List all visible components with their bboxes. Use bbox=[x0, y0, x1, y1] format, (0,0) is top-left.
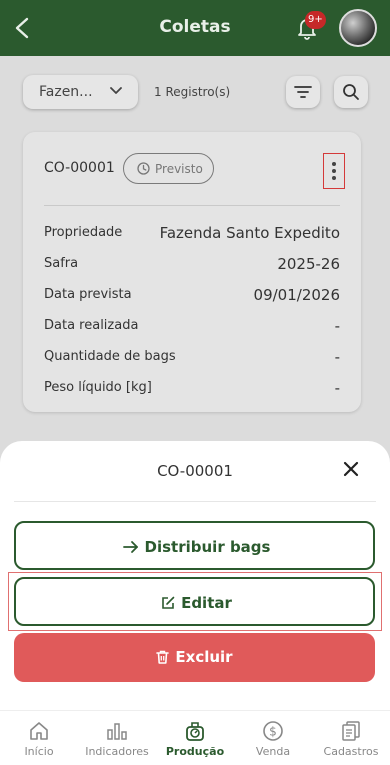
field-value: 2025-26 bbox=[277, 255, 340, 273]
records-count: 1 Registro(s) bbox=[154, 85, 231, 99]
field-label: Safra bbox=[44, 256, 79, 271]
field-value: 09/01/2026 bbox=[253, 286, 340, 304]
scale-icon bbox=[186, 722, 204, 741]
more-options-button[interactable] bbox=[323, 153, 345, 189]
card-divider bbox=[44, 205, 340, 206]
field-row: Propriedade Fazenda Santo Expedito bbox=[44, 224, 340, 244]
filter-button[interactable] bbox=[286, 76, 320, 108]
field-label: Quantidade de bags bbox=[44, 349, 176, 364]
app-header: Coletas 9+ bbox=[0, 0, 390, 56]
delete-button[interactable]: Excluir bbox=[14, 633, 375, 682]
edit-button[interactable]: Editar bbox=[14, 577, 375, 626]
page-title: Coletas bbox=[159, 17, 231, 37]
home-icon bbox=[30, 722, 48, 740]
svg-text:$: $ bbox=[269, 725, 277, 739]
collection-card[interactable]: CO-00001 Previsto Propriedade Fazenda Sa… bbox=[23, 132, 361, 412]
bottom-navigation: Início Indicadores Produção $ Venda Cada… bbox=[0, 710, 390, 765]
field-label: Peso líquido [kg] bbox=[44, 380, 152, 395]
status-badge: Previsto bbox=[123, 153, 214, 184]
property-filter-dropdown[interactable]: Fazen... bbox=[23, 75, 138, 109]
field-value: - bbox=[334, 379, 340, 397]
edit-icon bbox=[162, 596, 175, 609]
field-label: Propriedade bbox=[44, 225, 123, 240]
kebab-dot-icon bbox=[332, 176, 336, 180]
nav-label: Início bbox=[24, 745, 54, 758]
field-row: Peso líquido [kg] - bbox=[44, 379, 340, 399]
nav-item-venda[interactable]: $ Venda bbox=[234, 711, 312, 765]
close-icon[interactable] bbox=[343, 461, 359, 477]
nav-label: Indicadores bbox=[85, 745, 149, 758]
notification-badge: 9+ bbox=[305, 11, 326, 29]
field-label: Data prevista bbox=[44, 287, 132, 302]
trash-icon bbox=[156, 650, 170, 664]
bar-chart-icon bbox=[107, 723, 127, 740]
field-label: Data realizada bbox=[44, 318, 139, 333]
nav-item-inicio[interactable]: Início bbox=[0, 711, 78, 765]
field-value: - bbox=[334, 348, 340, 366]
distribute-bags-label: Distribuir bags bbox=[144, 538, 271, 556]
nav-item-cadastros[interactable]: Cadastros bbox=[312, 711, 390, 765]
nav-item-producao[interactable]: Produção bbox=[156, 711, 234, 765]
nav-label: Venda bbox=[255, 745, 291, 758]
filter-value: Fazen... bbox=[39, 84, 93, 100]
kebab-dot-icon bbox=[332, 169, 336, 173]
search-button[interactable] bbox=[334, 76, 368, 108]
filter-icon bbox=[294, 86, 312, 98]
distribute-bags-button[interactable]: Distribuir bags bbox=[14, 521, 375, 570]
sheet-title: CO-00001 bbox=[157, 462, 233, 480]
kebab-dot-icon bbox=[332, 162, 336, 166]
nav-label: Cadastros bbox=[323, 745, 379, 758]
field-value: Fazenda Santo Expedito bbox=[159, 224, 340, 242]
sheet-divider bbox=[14, 501, 376, 502]
nav-item-indicadores[interactable]: Indicadores bbox=[78, 711, 156, 765]
search-icon bbox=[343, 84, 359, 100]
chevron-down-icon bbox=[110, 87, 122, 94]
field-row: Data prevista 09/01/2026 bbox=[44, 286, 340, 306]
edit-label: Editar bbox=[181, 594, 232, 612]
card-code: CO-00001 bbox=[44, 160, 115, 176]
nav-label: Produção bbox=[165, 745, 225, 758]
field-row: Safra 2025-26 bbox=[44, 255, 340, 275]
delete-label: Excluir bbox=[175, 648, 233, 666]
status-label: Previsto bbox=[155, 162, 203, 176]
avatar[interactable] bbox=[339, 9, 377, 47]
clock-icon bbox=[137, 162, 150, 175]
field-row: Quantidade de bags - bbox=[44, 348, 340, 368]
arrow-right-icon bbox=[122, 541, 138, 553]
dollar-icon: $ bbox=[263, 721, 283, 741]
field-value: - bbox=[334, 317, 340, 335]
documents-icon bbox=[342, 721, 360, 741]
field-row: Data realizada - bbox=[44, 317, 340, 337]
